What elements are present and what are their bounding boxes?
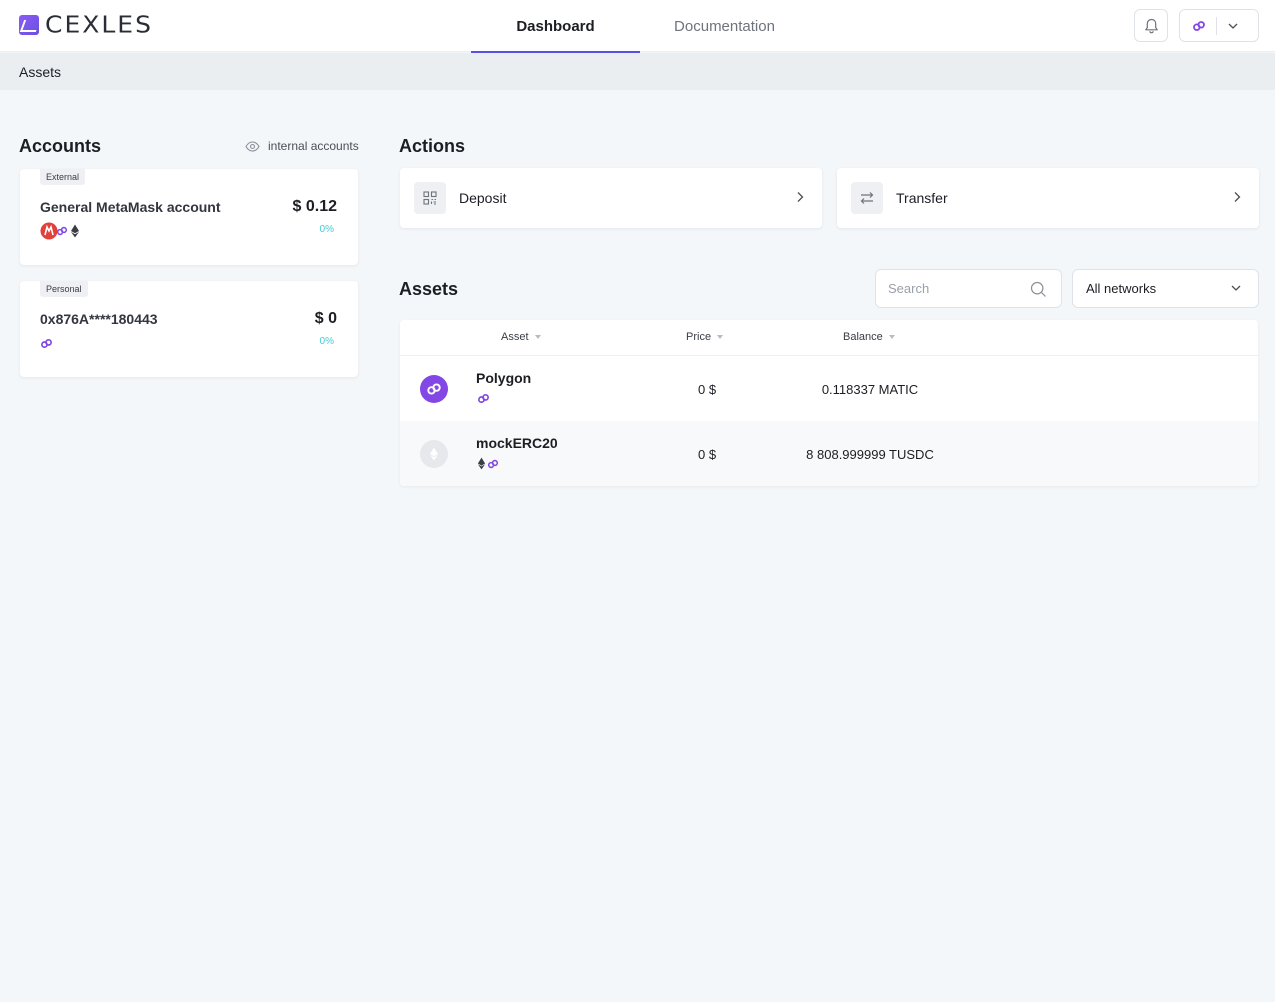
logo-text: CEXLES	[45, 11, 153, 38]
asset-balance: 8 808.999999 TUSDC	[806, 447, 934, 462]
column-header-label: Price	[686, 331, 712, 343]
accounts-title: Accounts	[19, 136, 102, 156]
account-network-icons	[40, 337, 53, 350]
column-header-asset[interactable]: Asset	[501, 331, 541, 343]
polygon-logo-icon	[420, 375, 448, 403]
internal-accounts-label: internal accounts	[268, 139, 359, 153]
transfer-label: Transfer	[896, 190, 948, 206]
chevron-down-icon	[1228, 23, 1238, 29]
asset-balance: 0.118337 MATIC	[821, 382, 919, 397]
asset-price: 0 $	[698, 382, 717, 397]
search-input[interactable]	[888, 270, 1028, 307]
account-card[interactable]: Personal 0x876A****180443 $ 0 0%	[20, 281, 358, 377]
search-icon[interactable]	[1030, 281, 1047, 298]
asset-name: Polygon	[476, 370, 532, 386]
tab-dashboard[interactable]: Dashboard	[471, 0, 640, 53]
network-filter-select[interactable]: All networks	[1072, 269, 1259, 308]
polygon-icon	[56, 226, 68, 236]
table-row[interactable]: Polygon 0 $ 0.118337 MATIC	[400, 356, 1258, 421]
chevron-down-icon	[1231, 285, 1241, 291]
chevron-right-icon	[797, 192, 804, 202]
arrows-swap-icon	[860, 192, 874, 204]
assets-title: Assets	[399, 279, 459, 299]
account-network-icons	[40, 222, 80, 240]
account-tag: Personal	[40, 281, 88, 297]
logo-mark-icon	[19, 15, 39, 35]
breadcrumb: Assets	[0, 53, 1275, 90]
sort-icon	[534, 335, 541, 339]
polygon-icon	[427, 383, 441, 395]
main-nav: Dashboard Documentation	[471, 0, 809, 53]
polygon-icon	[41, 338, 52, 349]
ethereum-logo-icon	[420, 440, 448, 468]
account-card[interactable]: External General MetaMask account $ 0.12…	[20, 169, 358, 265]
asset-price: 0 $	[698, 447, 717, 462]
chevron-right-icon	[1234, 192, 1241, 202]
sort-icon	[717, 335, 724, 339]
action-icon-box	[851, 182, 883, 214]
network-switcher-button[interactable]	[1179, 9, 1259, 42]
column-header-label: Balance	[843, 331, 883, 343]
polygon-icon	[487, 459, 499, 468]
account-name: General MetaMask account	[40, 199, 221, 215]
action-icon-box	[414, 182, 446, 214]
sort-icon	[888, 335, 895, 339]
deposit-label: Deposit	[459, 190, 507, 206]
actions-title: Actions	[399, 136, 466, 156]
app-logo[interactable]: CEXLES	[19, 13, 153, 37]
breadcrumb-current: Assets	[19, 63, 62, 80]
polygon-icon	[1193, 20, 1205, 31]
polygon-icon	[478, 393, 489, 404]
divider	[1216, 16, 1217, 35]
ethereum-icon	[71, 224, 79, 238]
ethereum-icon	[477, 457, 486, 470]
bell-icon	[1144, 18, 1158, 33]
account-change: 0%	[319, 224, 334, 235]
eye-icon	[245, 140, 260, 152]
tab-documentation[interactable]: Documentation	[640, 0, 809, 52]
column-header-price[interactable]: Price	[686, 331, 724, 343]
asset-search-box[interactable]	[875, 269, 1062, 308]
network-filter-value: All networks	[1086, 281, 1157, 296]
account-tag: External	[40, 169, 86, 185]
assets-table: Asset Price Balance Polygon 0 $ 0.118337…	[400, 320, 1258, 486]
internal-accounts-toggle[interactable]: internal accounts	[245, 139, 359, 153]
column-header-label: Asset	[501, 331, 529, 343]
top-header: CEXLES Dashboard Documentation	[0, 0, 1275, 53]
account-change: 0%	[319, 336, 334, 347]
account-value: $ 0.12	[292, 198, 337, 215]
deposit-button[interactable]: Deposit	[400, 168, 822, 228]
asset-name: mockERC20	[476, 435, 558, 451]
qr-code-icon	[423, 191, 437, 205]
column-header-balance[interactable]: Balance	[843, 331, 895, 343]
ethereum-icon	[430, 447, 438, 461]
transfer-button[interactable]: Transfer	[837, 168, 1259, 228]
account-name: 0x876A****180443	[40, 311, 158, 327]
account-value: $ 0	[314, 310, 337, 327]
asset-networks	[477, 392, 490, 405]
table-row[interactable]: mockERC20 0 $ 8 808.999999 TUSDC	[400, 421, 1258, 486]
notifications-button[interactable]	[1134, 9, 1168, 42]
asset-networks	[477, 457, 499, 470]
